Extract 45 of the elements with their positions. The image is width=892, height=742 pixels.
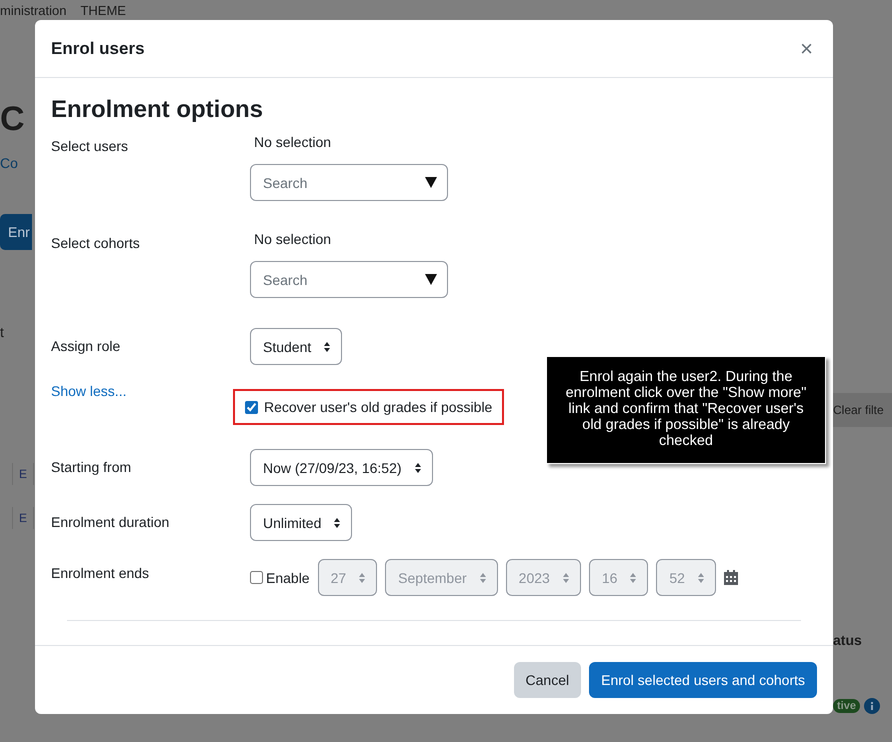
caret-icon — [323, 340, 332, 352]
caret-icon — [478, 572, 487, 584]
breadcrumb-item[interactable]: THEME — [80, 3, 126, 18]
clear-filters-button[interactable]: Clear filte — [833, 393, 892, 427]
field-label: Select cohorts — [51, 234, 141, 251]
select-field[interactable]: Student — [250, 328, 342, 365]
field-label: Enrolment ends — [51, 564, 150, 581]
breadcrumb-item[interactable]: ministration — [0, 3, 66, 18]
show-less-link[interactable]: Show less... — [51, 383, 126, 399]
search-field[interactable]: Search — [250, 261, 448, 298]
close-button[interactable]: × — [796, 36, 817, 62]
page-heading: C — [0, 100, 25, 139]
field-label: Starting from — [51, 458, 132, 475]
caret-icon — [696, 572, 705, 584]
calendar-icon[interactable] — [724, 570, 738, 585]
selection-text: No selection — [253, 134, 332, 150]
table-cell: E — [12, 507, 34, 529]
checkbox-option[interactable]: Recover user's old grades if possible — [233, 389, 504, 425]
caret-icon — [333, 516, 342, 528]
status-badge: tive — [833, 699, 860, 713]
info-icon[interactable] — [864, 698, 880, 714]
instruction-note: Enrol again the user2. During the enrolment click over the "Show more" link and confirm that "Recover user's old grades if possible" is already checked — [546, 356, 826, 464]
select-field[interactable]: Now (27/09/23, 16:52) — [250, 449, 433, 486]
field-label: Enrolment duration — [51, 513, 170, 530]
dropdown-icon — [425, 177, 437, 188]
page-link[interactable]: Co — [0, 155, 18, 171]
enrol-button[interactable]: Enrol selected users and cohorts — [589, 662, 817, 698]
tab-label[interactable]: t — [0, 324, 4, 340]
select-field[interactable]: Unlimited — [250, 504, 352, 541]
cancel-button[interactable]: Cancel — [514, 662, 582, 698]
caret-icon — [629, 572, 638, 584]
enrol-button[interactable]: Enr — [0, 214, 32, 250]
selection-text: No selection — [253, 231, 332, 247]
dialog-title: Enrol users — [51, 38, 145, 58]
caret-icon — [562, 572, 570, 584]
caret-icon — [358, 572, 366, 584]
field-label: Select users — [51, 137, 130, 154]
table-cell: E — [12, 463, 34, 485]
dropdown-icon — [425, 274, 437, 285]
field-label: Assign role — [51, 337, 122, 354]
section-heading: Enrolment options — [51, 96, 264, 124]
caret-icon — [414, 462, 422, 474]
search-field[interactable]: Search — [250, 164, 448, 201]
checkbox[interactable] — [245, 400, 258, 414]
column-heading: atus — [833, 632, 862, 648]
